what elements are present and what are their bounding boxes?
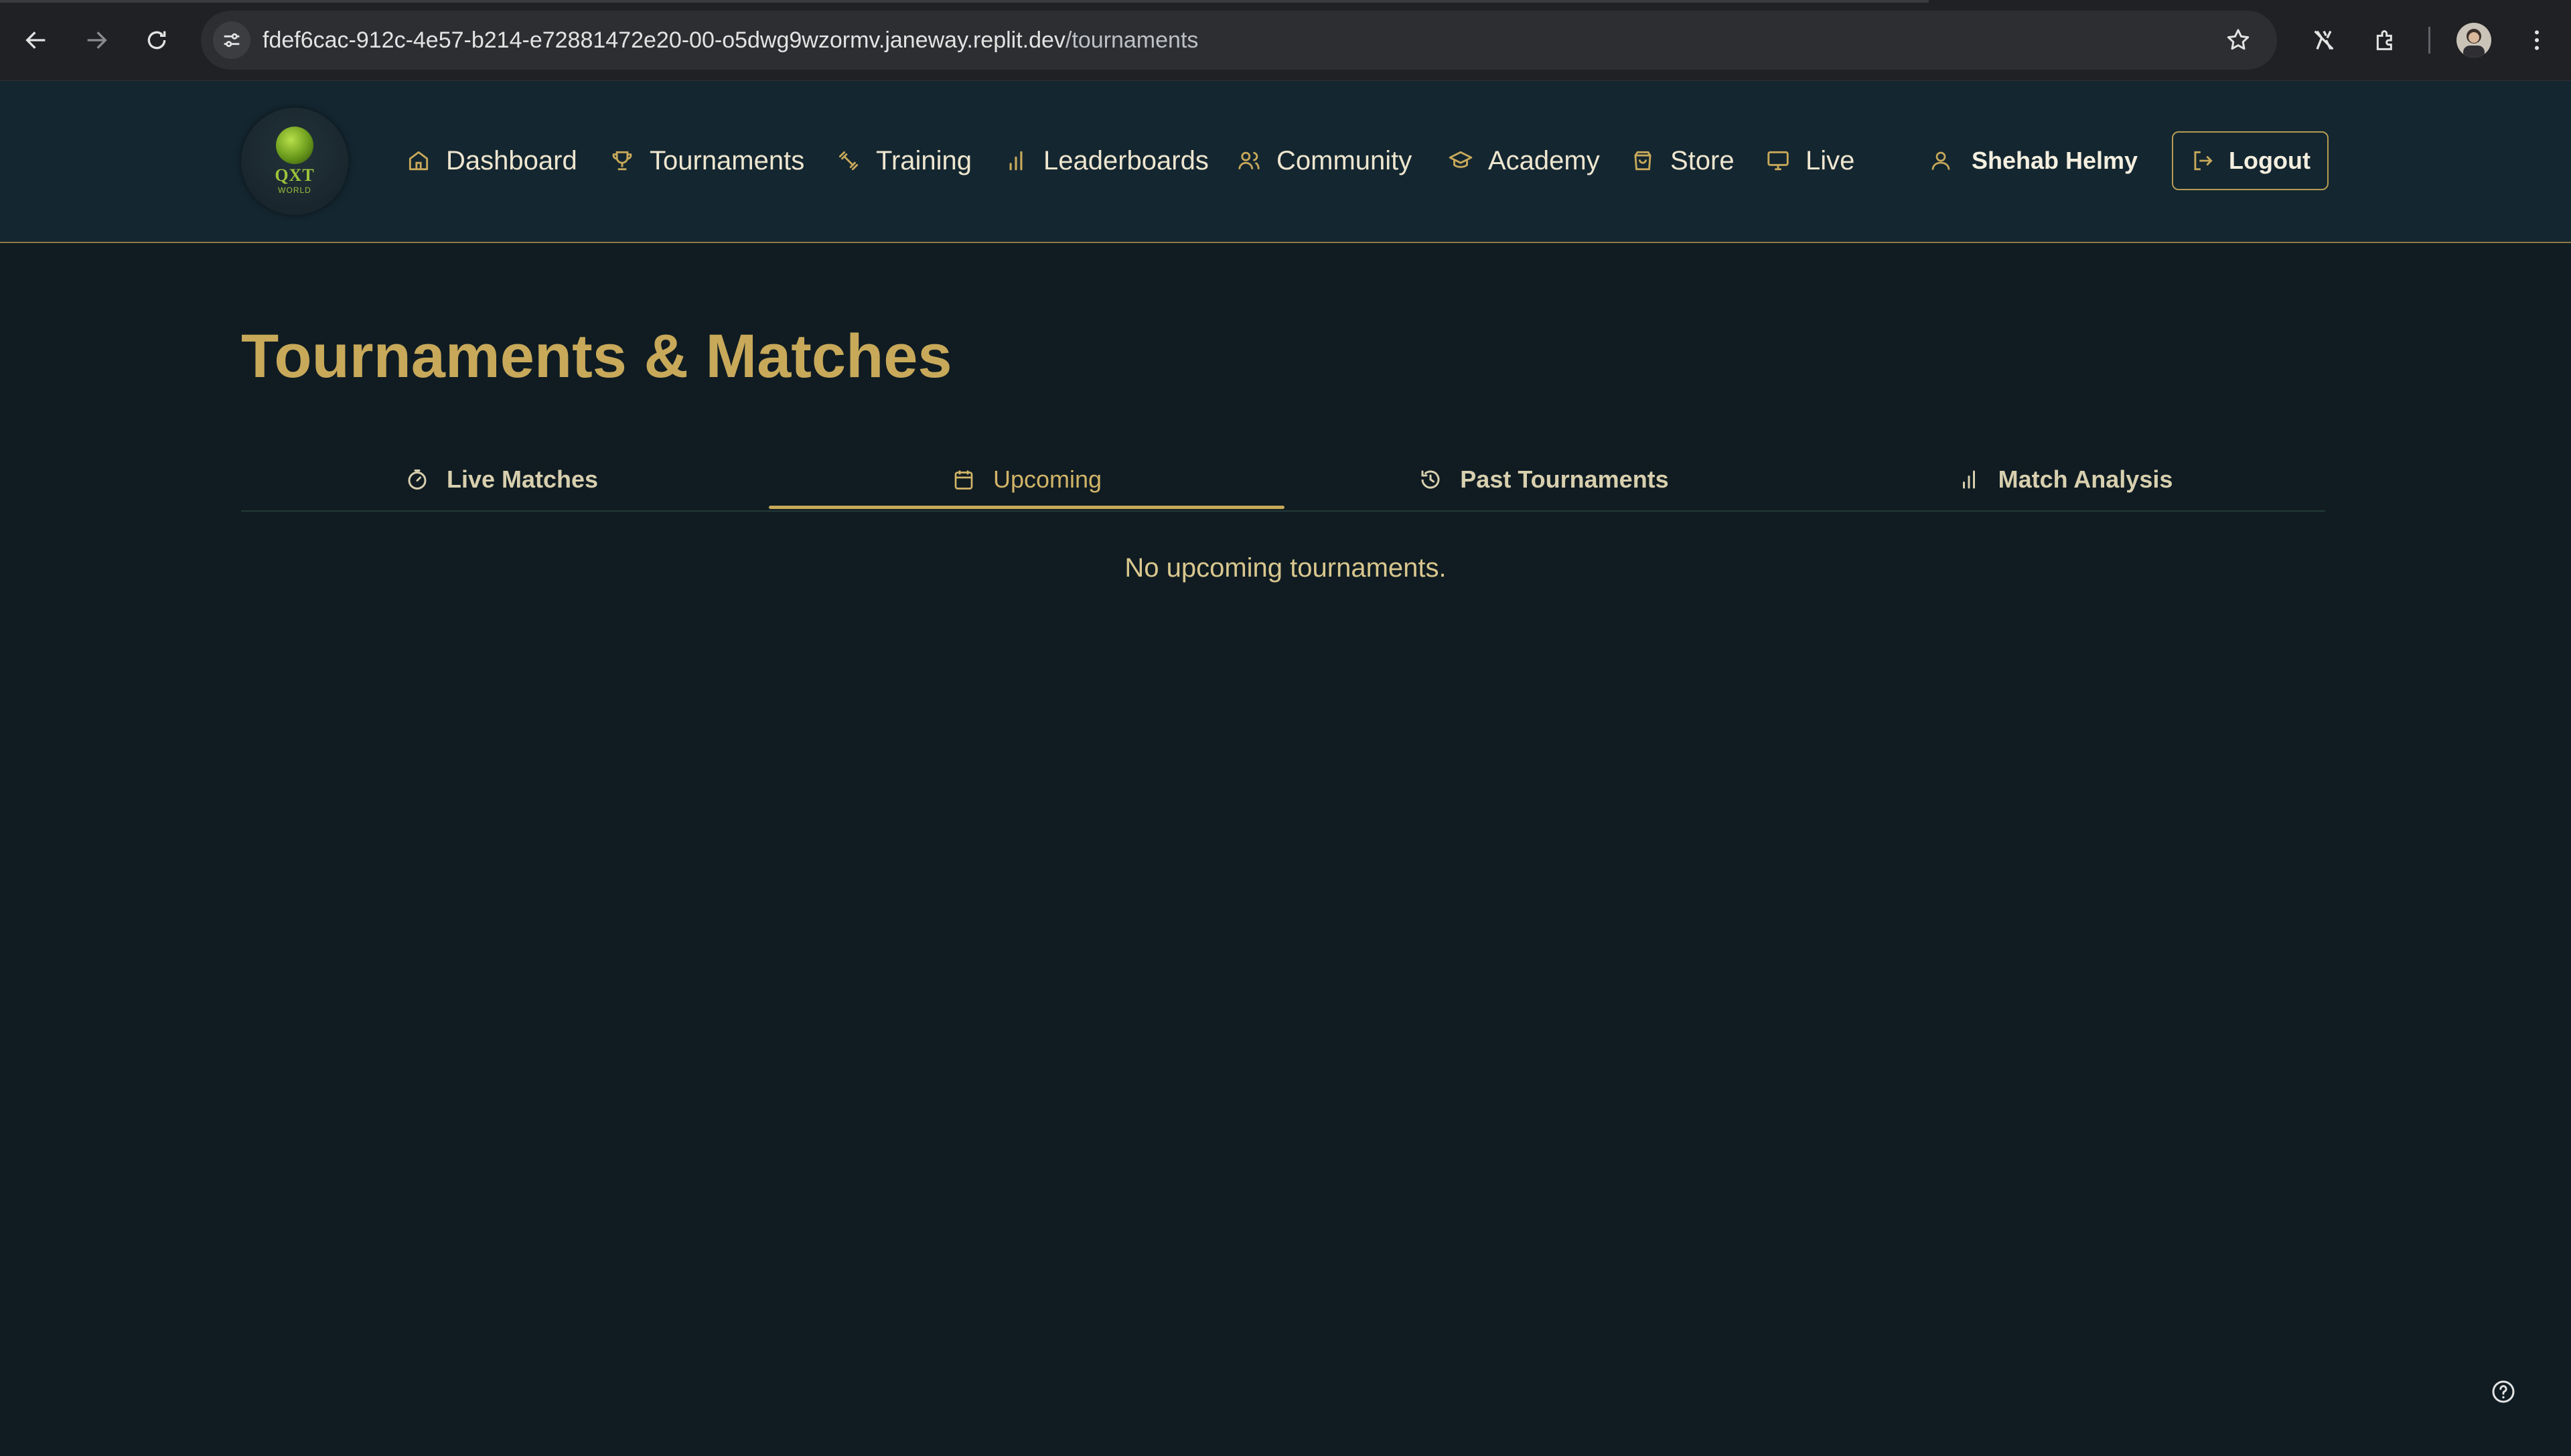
address-bar[interactable]: fdef6cac-912c-4e57-b214-e72881472e20-00-…	[201, 11, 2277, 70]
nav-item-community[interactable]: Community	[1236, 134, 1412, 188]
logo-wordmark: QXT	[275, 165, 315, 185]
nav-item-training[interactable]: Training	[836, 134, 972, 188]
nav-item-live[interactable]: Live	[1765, 134, 1854, 188]
toolbar-divider	[2428, 27, 2430, 54]
page-load-progress	[0, 0, 1929, 3]
nav-item-store[interactable]: Store	[1630, 134, 1735, 188]
help-icon[interactable]	[2489, 1377, 2518, 1406]
nav-item-dashboard[interactable]: Dashboard	[406, 134, 577, 188]
user-profile-link[interactable]: Shehab Helmy	[1929, 134, 2138, 188]
logo-subtitle: WORLD	[278, 186, 311, 195]
logout-button[interactable]: Logout	[2172, 131, 2329, 190]
back-icon[interactable]	[17, 21, 55, 59]
nav-item-tournaments[interactable]: Tournaments	[609, 134, 804, 188]
puzzle-icon[interactable]	[2367, 21, 2404, 59]
user-name: Shehab Helmy	[1972, 147, 2138, 174]
dumbbell-icon	[836, 147, 863, 174]
logout-label: Logout	[2229, 147, 2310, 174]
nav-label: Live	[1806, 145, 1855, 175]
brand-logo[interactable]: QXT WORLD	[241, 108, 348, 215]
bar-chart-icon	[1003, 147, 1030, 174]
logo-ball	[276, 127, 313, 164]
trophy-icon	[609, 147, 636, 174]
nav-label: Dashboard	[446, 145, 577, 175]
users-icon	[1236, 147, 1263, 174]
tab-label: Past Tournaments	[1460, 465, 1669, 493]
url-host: fdef6cac-912c-4e57-b214-e72881472e20-00-…	[263, 27, 1066, 53]
nav-label: Tournaments	[650, 145, 805, 175]
nav-label: Leaderboards	[1043, 145, 1209, 175]
bookmark-star-icon[interactable]	[2223, 25, 2253, 55]
more-menu-icon[interactable]	[2518, 21, 2556, 59]
reload-icon[interactable]	[138, 21, 175, 59]
logout-icon	[2190, 147, 2217, 174]
history-icon	[1418, 466, 1445, 493]
nav-label: Training	[876, 145, 972, 175]
bar-chart-icon	[1957, 466, 1984, 493]
calendar-icon	[952, 466, 978, 493]
user-icon	[1929, 147, 1956, 174]
tab-live-matches[interactable]: Live Matches	[241, 449, 762, 510]
nav-item-leaderboards[interactable]: Leaderboards	[1003, 134, 1209, 188]
extension-icon[interactable]	[2305, 21, 2343, 59]
url-path: /tournaments	[1065, 27, 1199, 53]
profile-avatar[interactable]	[2456, 23, 2491, 58]
graduation-cap-icon	[1448, 147, 1475, 174]
nav-label: Academy	[1488, 145, 1600, 175]
empty-state-message: No upcoming tournaments.	[1124, 553, 1447, 583]
url-text[interactable]: fdef6cac-912c-4e57-b214-e72881472e20-00-…	[263, 11, 1198, 70]
nav-item-academy[interactable]: Academy	[1448, 134, 1600, 188]
page-title: Tournaments & Matches	[241, 322, 952, 390]
tab-past-tournaments[interactable]: Past Tournaments	[1283, 449, 1804, 510]
forward-icon[interactable]	[78, 21, 115, 59]
tournament-tabs: Live Matches Upcoming Past Tournaments M…	[241, 449, 2325, 512]
shopping-bag-icon	[1630, 147, 1657, 174]
tab-label: Live Matches	[446, 465, 599, 493]
timer-icon	[405, 466, 432, 493]
monitor-icon	[1765, 147, 1792, 174]
home-icon	[406, 147, 433, 174]
browser-toolbar: fdef6cac-912c-4e57-b214-e72881472e20-00-…	[0, 0, 2571, 81]
nav-label: Community	[1276, 145, 1412, 175]
tab-upcoming[interactable]: Upcoming	[766, 449, 1287, 510]
tab-label: Upcoming	[993, 465, 1102, 493]
nav-label: Store	[1670, 145, 1735, 175]
site-settings-icon[interactable]	[213, 21, 250, 59]
tab-label: Match Analysis	[1998, 465, 2173, 493]
tab-match-analysis[interactable]: Match Analysis	[1804, 449, 2325, 510]
